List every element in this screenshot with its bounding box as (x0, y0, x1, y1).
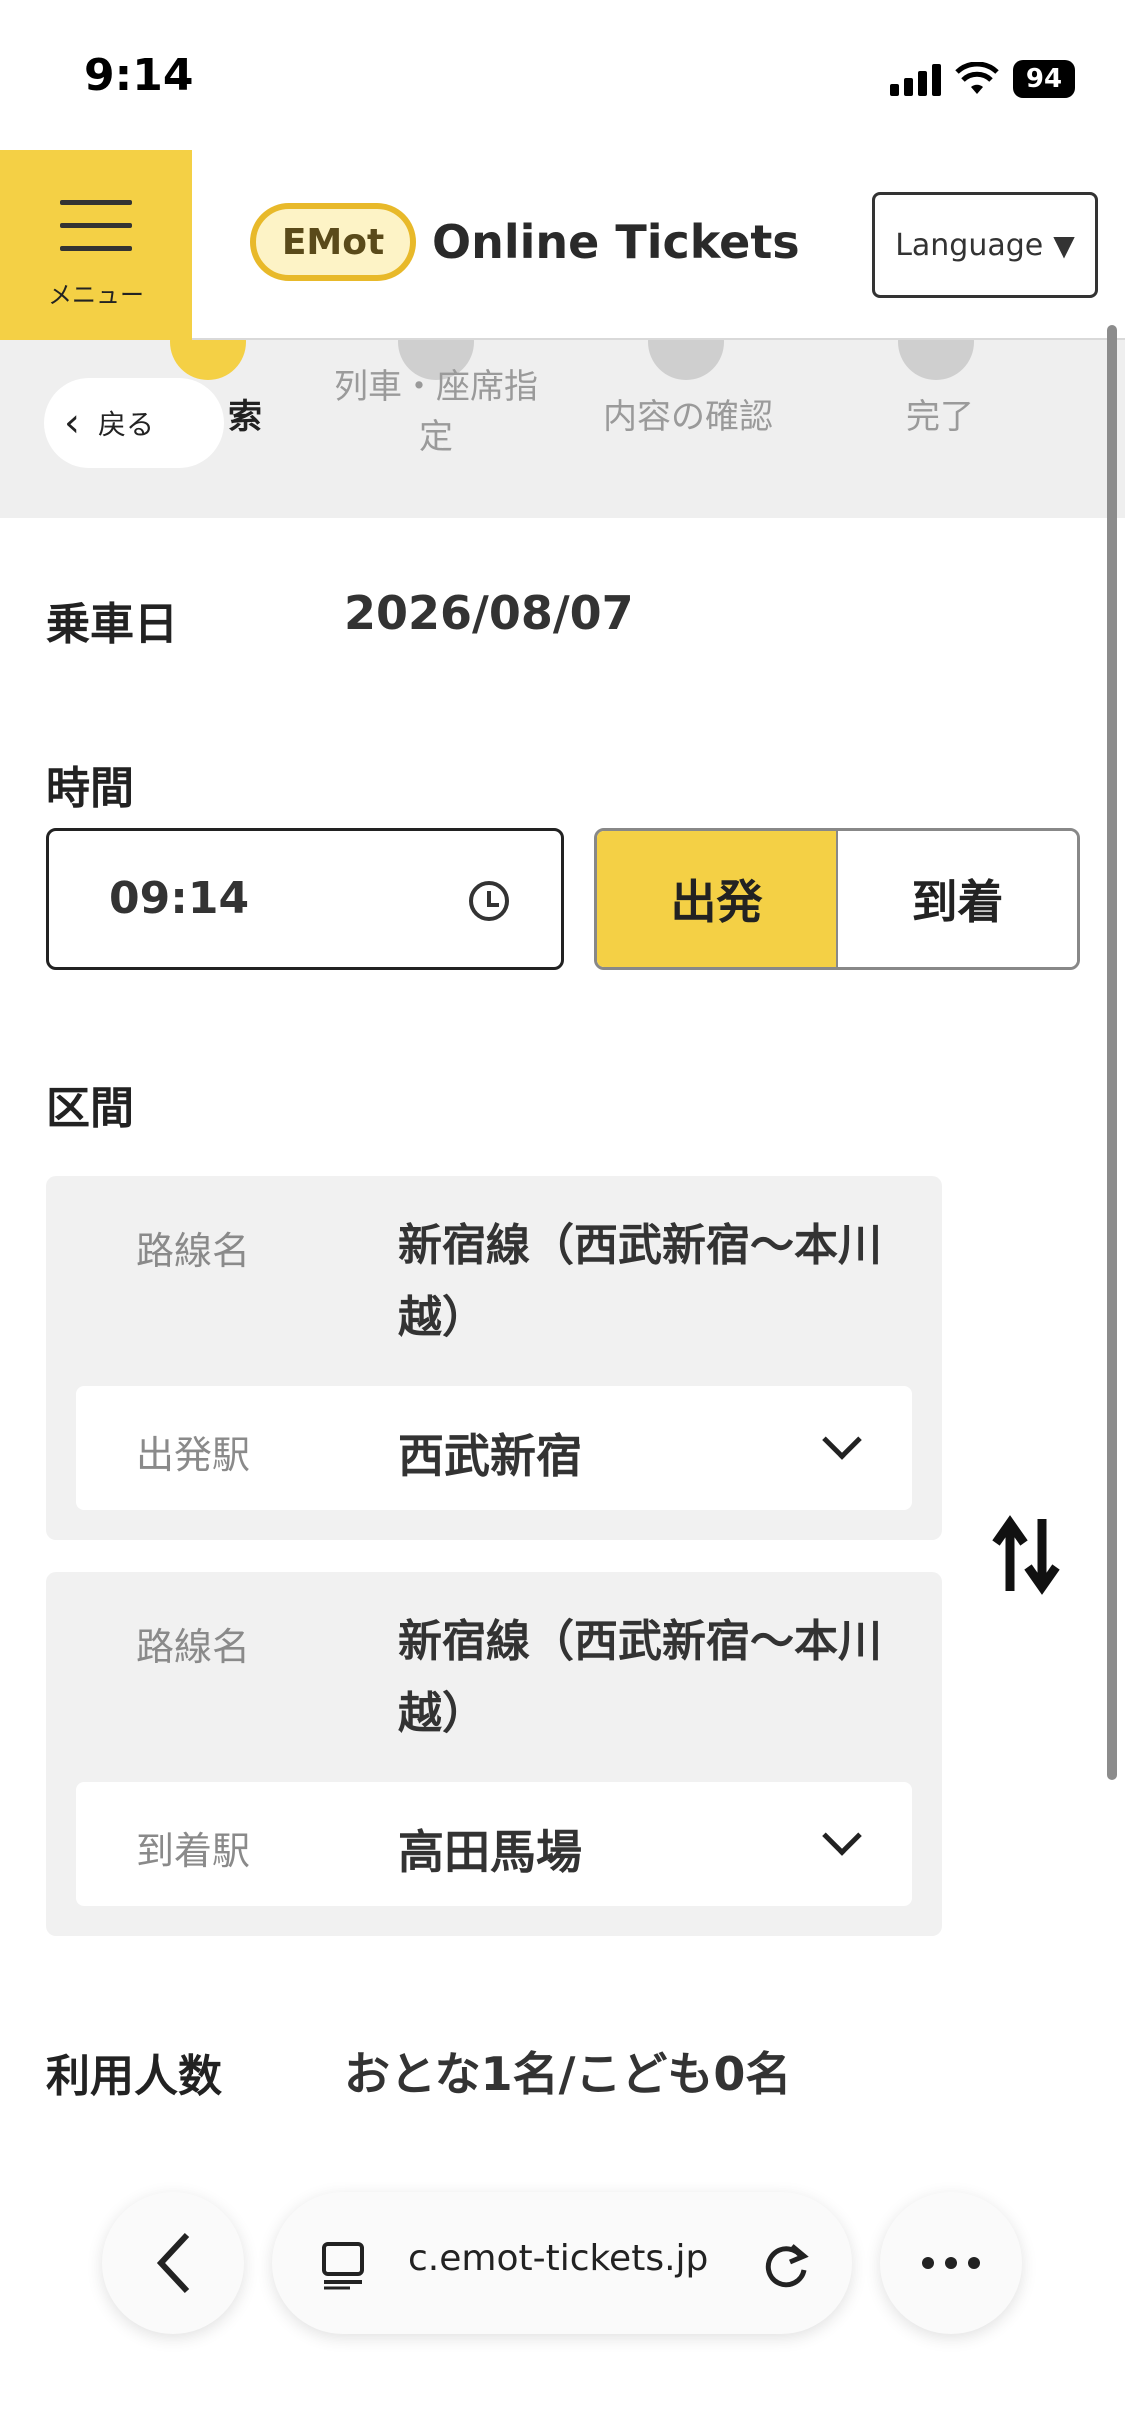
step-label-2: 列車・座席指定 (334, 367, 538, 457)
chevron-left-icon (156, 2232, 190, 2294)
time-input[interactable]: 09:14 (46, 828, 564, 970)
status-time: 9:14 (84, 50, 194, 101)
time-label: 時間 (46, 763, 134, 814)
step-dot-4 (898, 340, 974, 380)
line-value: 新宿線（西武新宿～本川越） (398, 1220, 882, 1343)
status-icons: 94 (890, 60, 1075, 98)
logo-text: Online Tickets (432, 215, 800, 269)
line-label: 路線名 (136, 1229, 251, 1273)
passengers-value[interactable]: おとな1名/こども0名 (344, 2038, 791, 2104)
status-bar: 9:14 94 (0, 0, 1125, 150)
departure-block: 路線名 新宿線（西武新宿～本川越） 出発駅 西武新宿 (46, 1176, 942, 1540)
line-value: 新宿線（西武新宿～本川越） (398, 1616, 882, 1739)
departure-station-select[interactable]: 出発駅 西武新宿 (76, 1386, 912, 1510)
progress-steps: 索 列車・座席指定 内容の確認 完了 ‹ 戻る (0, 340, 1125, 518)
page-menu-icon (322, 2242, 364, 2290)
step-label-4: 完了 (906, 397, 974, 437)
departure-arrival-toggle: 出発 到着 (594, 828, 1080, 970)
language-label: Language (895, 227, 1044, 263)
menu-button[interactable]: メニュー (0, 150, 192, 340)
station-value: 西武新宿 (398, 1429, 582, 1483)
line-label: 路線名 (136, 1625, 251, 1669)
app-header: メニュー EMot Online Tickets Language ▼ (0, 150, 1125, 340)
url-text: c.emot-tickets.jp (408, 2238, 709, 2279)
reload-icon[interactable] (762, 2240, 812, 2290)
passengers-label: 利用人数 (46, 2051, 222, 2102)
swap-icon[interactable] (990, 1515, 1062, 1595)
menu-label: メニュー (48, 281, 144, 309)
station-label: 出発駅 (136, 1433, 251, 1477)
arrival-toggle[interactable]: 到着 (838, 831, 1077, 967)
back-button[interactable]: ‹ 戻る (44, 378, 224, 468)
battery-indicator: 94 (1013, 60, 1075, 98)
station-value: 高田馬場 (398, 1825, 582, 1879)
signal-icon (890, 62, 941, 96)
wifi-icon (955, 62, 999, 94)
step-dot-3 (648, 340, 724, 380)
back-label: 戻る (98, 408, 155, 441)
time-value: 09:14 (109, 873, 250, 924)
chevron-down-icon (822, 1420, 862, 1460)
section-label: 区間 (46, 1083, 134, 1134)
language-select[interactable]: Language ▼ (872, 192, 1098, 298)
chevron-left-icon: ‹ (64, 400, 80, 446)
logo-badge: EMot (250, 203, 416, 281)
departure-toggle[interactable]: 出発 (597, 831, 838, 967)
scrollbar[interactable] (1107, 325, 1117, 1780)
logo[interactable]: EMot Online Tickets (250, 203, 800, 281)
arrival-block: 路線名 新宿線（西武新宿～本川越） 到着駅 高田馬場 (46, 1572, 942, 1936)
caret-down-icon: ▼ (1053, 228, 1075, 262)
date-value[interactable]: 2026/08/07 (344, 586, 634, 640)
arrival-station-select[interactable]: 到着駅 高田馬場 (76, 1782, 912, 1906)
hamburger-icon (60, 200, 132, 269)
more-icon (922, 2257, 980, 2269)
chevron-down-icon (822, 1816, 862, 1856)
browser-more-button[interactable] (880, 2192, 1022, 2334)
address-bar[interactable]: c.emot-tickets.jp (272, 2192, 852, 2334)
step-label-3: 内容の確認 (603, 397, 773, 437)
clock-icon (469, 881, 509, 921)
date-label: 乗車日 (46, 599, 178, 650)
step-dot-1 (170, 340, 246, 380)
browser-back-button[interactable] (102, 2192, 244, 2334)
station-label: 到着駅 (136, 1829, 251, 1873)
